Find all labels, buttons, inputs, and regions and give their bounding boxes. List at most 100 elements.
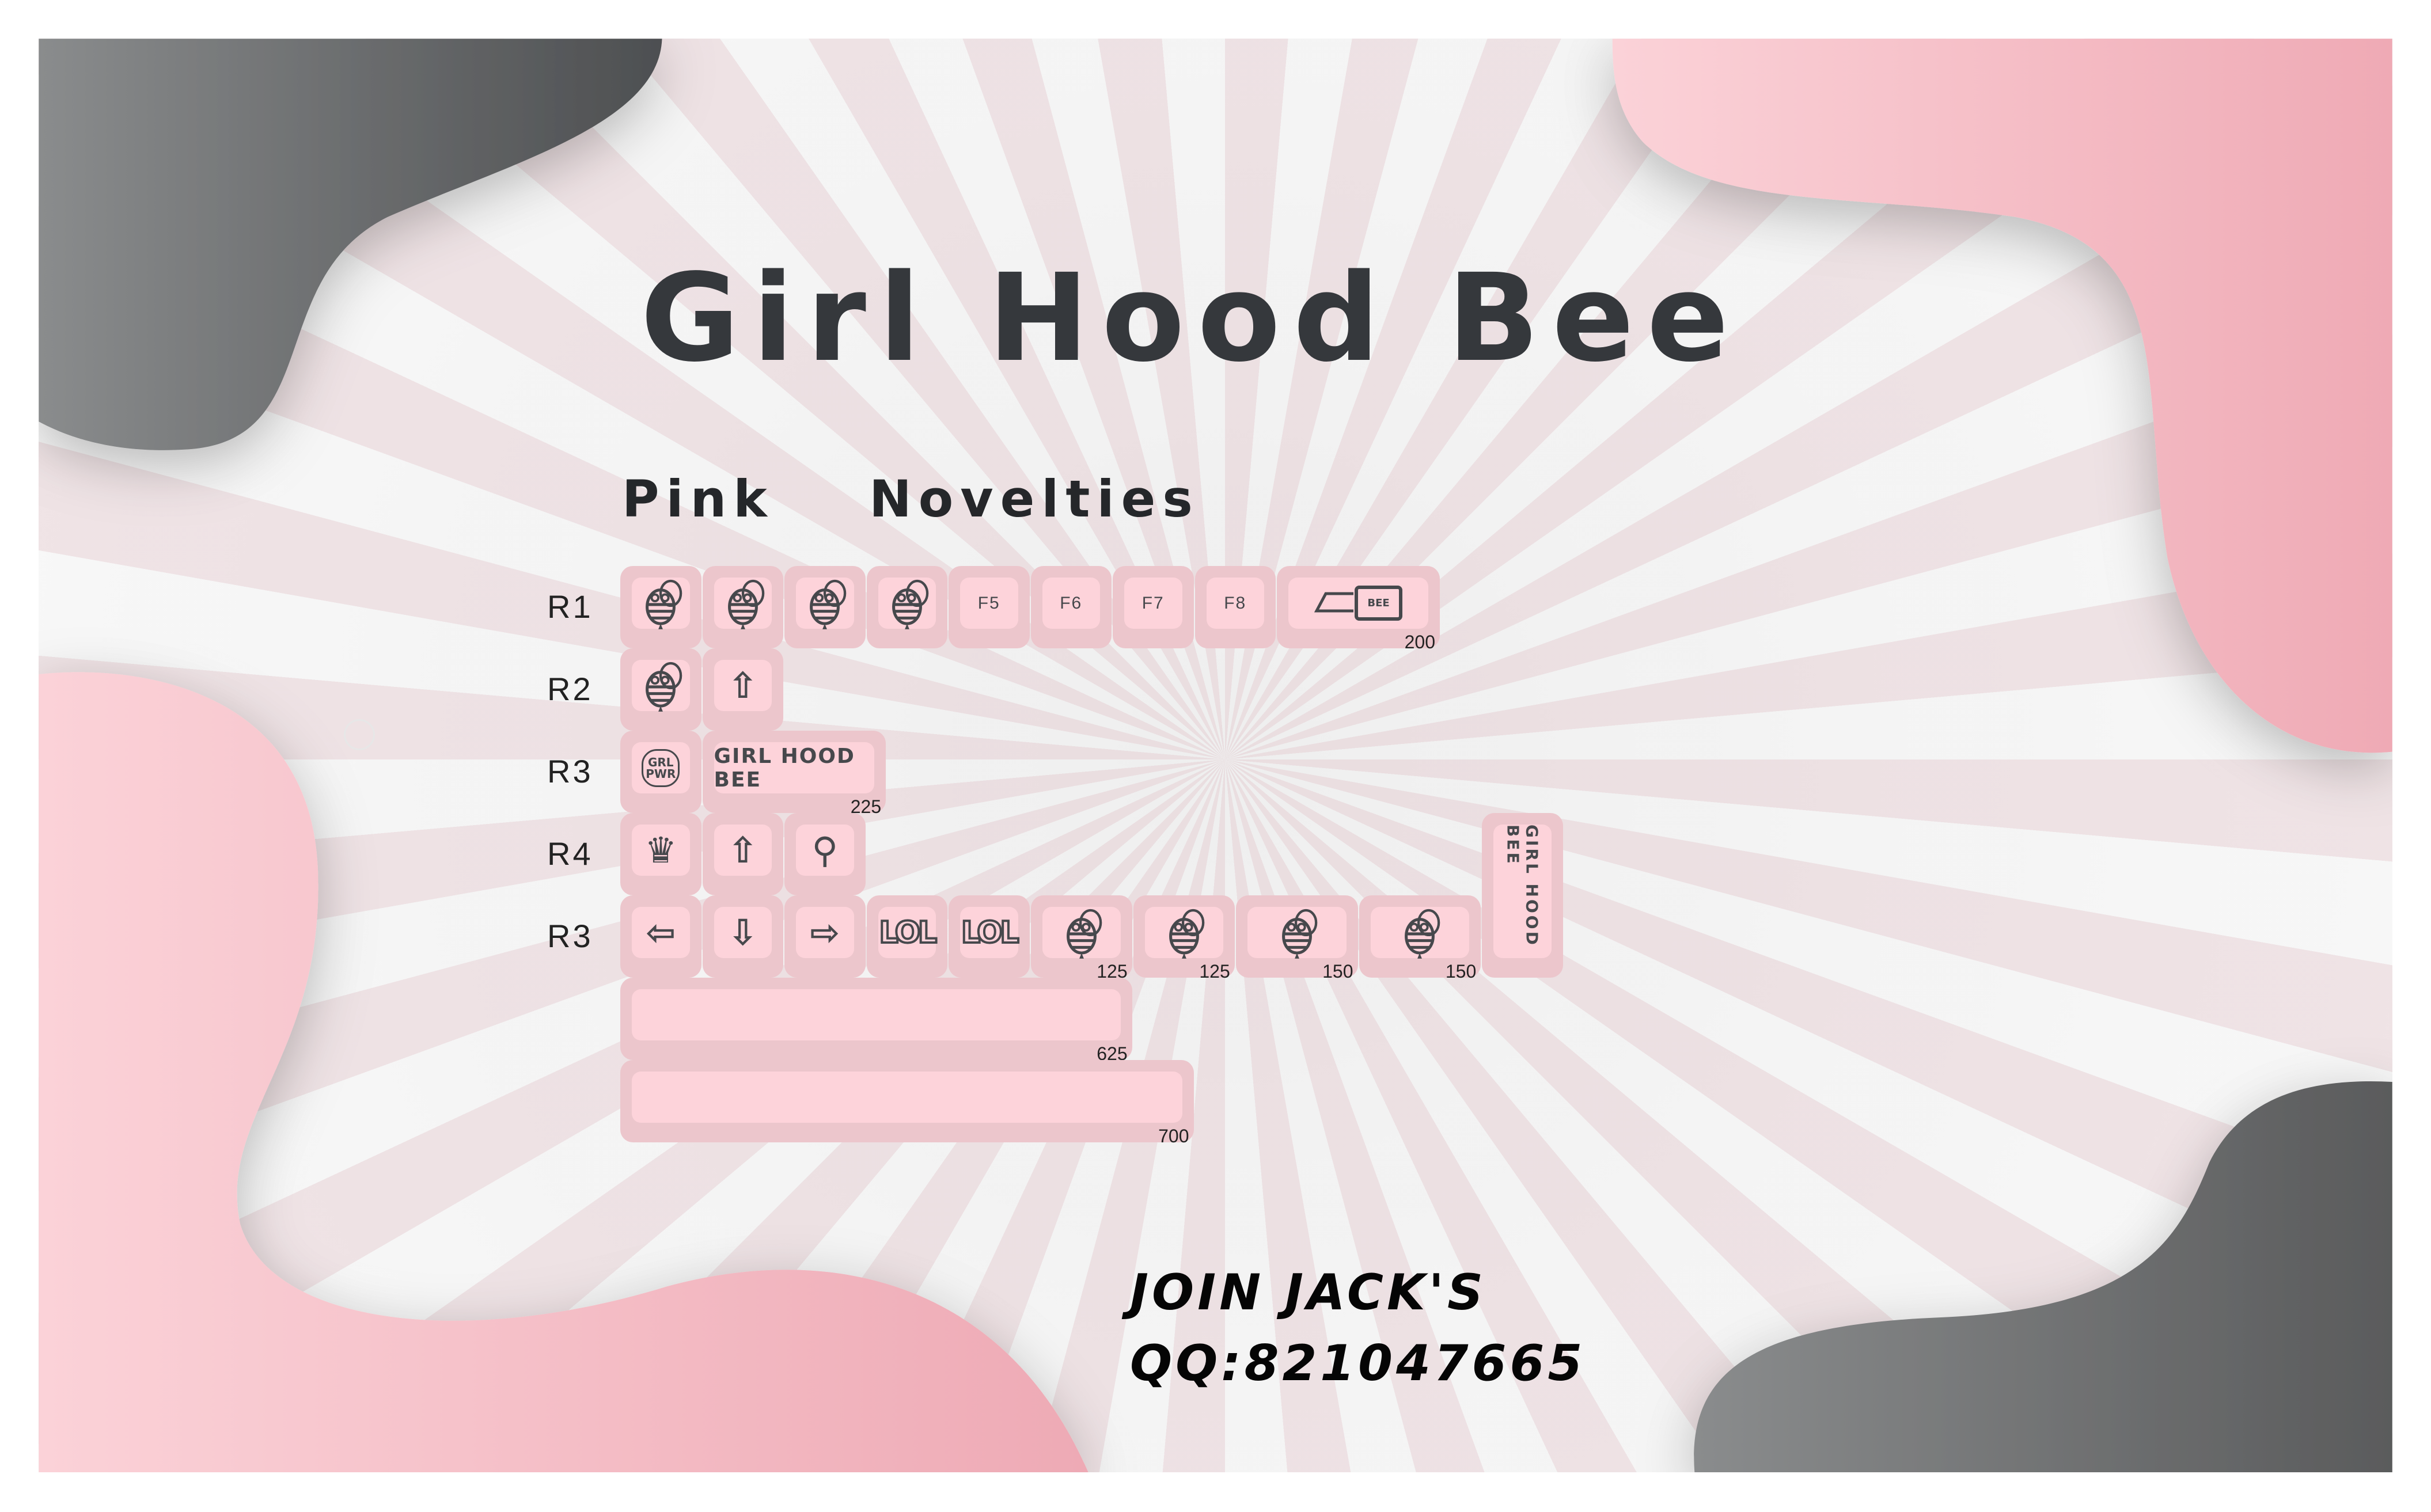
gray-blob-top-left bbox=[39, 39, 662, 450]
keycap-arrow-down: ⇩ bbox=[702, 895, 783, 978]
key-size-label: 200 bbox=[1404, 632, 1435, 652]
keycap-legend bbox=[1370, 907, 1470, 959]
keycap-legend: ⇦ bbox=[632, 907, 690, 958]
keycap-spacebar: 625 bbox=[620, 978, 1132, 1064]
keycap-bee-hat bbox=[784, 566, 866, 648]
circle-outline bbox=[344, 719, 375, 750]
keycap-bee-front bbox=[702, 566, 783, 648]
bee-flying-icon bbox=[1059, 907, 1104, 959]
keycap-legend bbox=[1144, 907, 1223, 959]
bee-flying-icon bbox=[1162, 907, 1207, 959]
keycap-legend bbox=[632, 1072, 1182, 1123]
keycap-arrow-left: ⇦ bbox=[620, 895, 701, 978]
key-size-label: 700 bbox=[1158, 1126, 1189, 1146]
crown-icon: ♛ bbox=[644, 829, 677, 871]
key-size-label: 125 bbox=[1199, 961, 1230, 982]
bee-wings-icon bbox=[638, 578, 683, 629]
key-legend-text: F5 bbox=[977, 593, 1000, 613]
arrow-up-icon: ⇧ bbox=[727, 829, 758, 871]
row-label: R3 bbox=[547, 753, 593, 789]
subtitle: Pink Novelties bbox=[622, 469, 1200, 529]
keycap-honey-dipper: ⚲ bbox=[784, 813, 866, 895]
keycap-legend bbox=[1247, 907, 1347, 959]
keycap-legend bbox=[796, 578, 854, 629]
keycap-legend: F6 bbox=[1042, 578, 1100, 629]
keycap-bee-wings bbox=[620, 566, 701, 648]
keycap-bee-antenna bbox=[866, 566, 947, 648]
keycap-f6: F6 bbox=[1030, 566, 1112, 648]
keycap-legend: ⇧ bbox=[714, 825, 772, 876]
contact-line-qq: QQ:821047665 bbox=[1130, 1335, 1586, 1392]
keycap-legend: GIRL HOOD BEE bbox=[714, 742, 875, 793]
grl-pwr-icon: GRL PWR bbox=[642, 749, 680, 787]
keycap-legend: ♛ bbox=[632, 825, 690, 876]
keycap-legend bbox=[632, 989, 1121, 1040]
gray-blob-bottom-right bbox=[1694, 1081, 2392, 1472]
bee-side-icon bbox=[638, 660, 683, 712]
keycap-legend: F7 bbox=[1124, 578, 1182, 629]
keycap-f8: F8 bbox=[1194, 566, 1276, 648]
keycap-crown: ♛ bbox=[620, 813, 701, 895]
keycap-girl-hood-bee: GIRL HOOD BEE 225 bbox=[702, 731, 886, 817]
key-legend-text: F8 bbox=[1224, 593, 1247, 613]
keycap-legend: ⇩ bbox=[714, 907, 772, 958]
arrow-down-icon: ⇩ bbox=[727, 911, 758, 953]
keycap-arrow-up: ⇧ bbox=[702, 813, 783, 895]
keycap-legend: GIRL HOOD BEE bbox=[1493, 825, 1552, 958]
arrow-up-icon: ⇧ bbox=[727, 664, 758, 706]
keycap-f5: F5 bbox=[949, 566, 1030, 648]
girl-hood-bee-vertical-logo: GIRL HOOD BEE bbox=[1503, 825, 1542, 947]
arrow-left-icon: ⇦ bbox=[646, 911, 676, 953]
keycap-legend bbox=[1042, 907, 1121, 959]
bee-hat-icon bbox=[802, 578, 847, 629]
keycap-legend: F5 bbox=[960, 578, 1018, 629]
keycap-legend: F8 bbox=[1206, 578, 1264, 629]
keycap-bee-flying: 125 bbox=[1133, 895, 1235, 982]
keycap-legend: ⇨ bbox=[796, 907, 854, 958]
honey-dipper-icon: ⚲ bbox=[811, 829, 838, 871]
key-legend-text: F6 bbox=[1060, 593, 1083, 613]
keycap-bee-flying: 150 bbox=[1359, 895, 1481, 982]
contact-line-join: JOIN JACK'S bbox=[1130, 1264, 1486, 1321]
page-title: Girl Hood Bee bbox=[640, 248, 1742, 389]
keycap-legend: LOL bbox=[960, 907, 1021, 958]
keycap-legend: ⇧ bbox=[714, 660, 772, 711]
bee-antenna-icon bbox=[885, 578, 930, 629]
keycap-f7: F7 bbox=[1113, 566, 1194, 648]
key-legend-text: F7 bbox=[1141, 593, 1165, 613]
keycap-grl-pwr: GRL PWR bbox=[620, 731, 701, 813]
bee-flying-icon bbox=[1397, 907, 1442, 959]
keycap-lol: LOL bbox=[866, 895, 947, 978]
row-label: R1 bbox=[547, 588, 593, 625]
keycap-bee-side bbox=[620, 648, 701, 731]
keycap-legend: BEE bbox=[1288, 578, 1428, 629]
keycap-bee-flying: 150 bbox=[1235, 895, 1358, 982]
row-label: R2 bbox=[547, 671, 593, 707]
keycap-lol: LOL bbox=[949, 895, 1030, 978]
bee-front-icon bbox=[720, 578, 765, 629]
keycap-legend bbox=[632, 578, 690, 629]
lol-icon: LOL bbox=[878, 914, 938, 951]
keycap-legend: GRL PWR bbox=[632, 742, 690, 793]
row-label: R4 bbox=[547, 835, 593, 872]
key-size-label: 150 bbox=[1322, 961, 1353, 982]
keycap-legend: LOL bbox=[878, 907, 938, 958]
keycap-arrow-right: ⇨ bbox=[784, 895, 866, 978]
pink-blob-top-right bbox=[1612, 39, 2392, 753]
keycap-spacebar: 700 bbox=[620, 1060, 1194, 1146]
arrow-right-icon: ⇨ bbox=[810, 911, 840, 953]
keycap-legend bbox=[632, 660, 690, 712]
keycap-vertical-logo: GIRL HOOD BEE bbox=[1482, 813, 1563, 978]
keycap-legend: ⚲ bbox=[796, 825, 854, 876]
keycap-legend bbox=[714, 578, 772, 629]
bee-flying-icon bbox=[1275, 907, 1319, 959]
row-label: R3 bbox=[547, 918, 593, 954]
keycap-arrow-up: ⇧ bbox=[702, 648, 783, 731]
key-size-label: 150 bbox=[1445, 961, 1477, 982]
bee-backspace-icon: BEE bbox=[1314, 586, 1402, 621]
keycap-legend bbox=[878, 578, 936, 629]
lol-icon: LOL bbox=[960, 914, 1021, 951]
girl-hood-bee-logo: GIRL HOOD BEE bbox=[714, 744, 855, 792]
keycap-bee-backspace: BEE 200 bbox=[1277, 566, 1440, 652]
keycap-bee-flying: 125 bbox=[1030, 895, 1132, 982]
